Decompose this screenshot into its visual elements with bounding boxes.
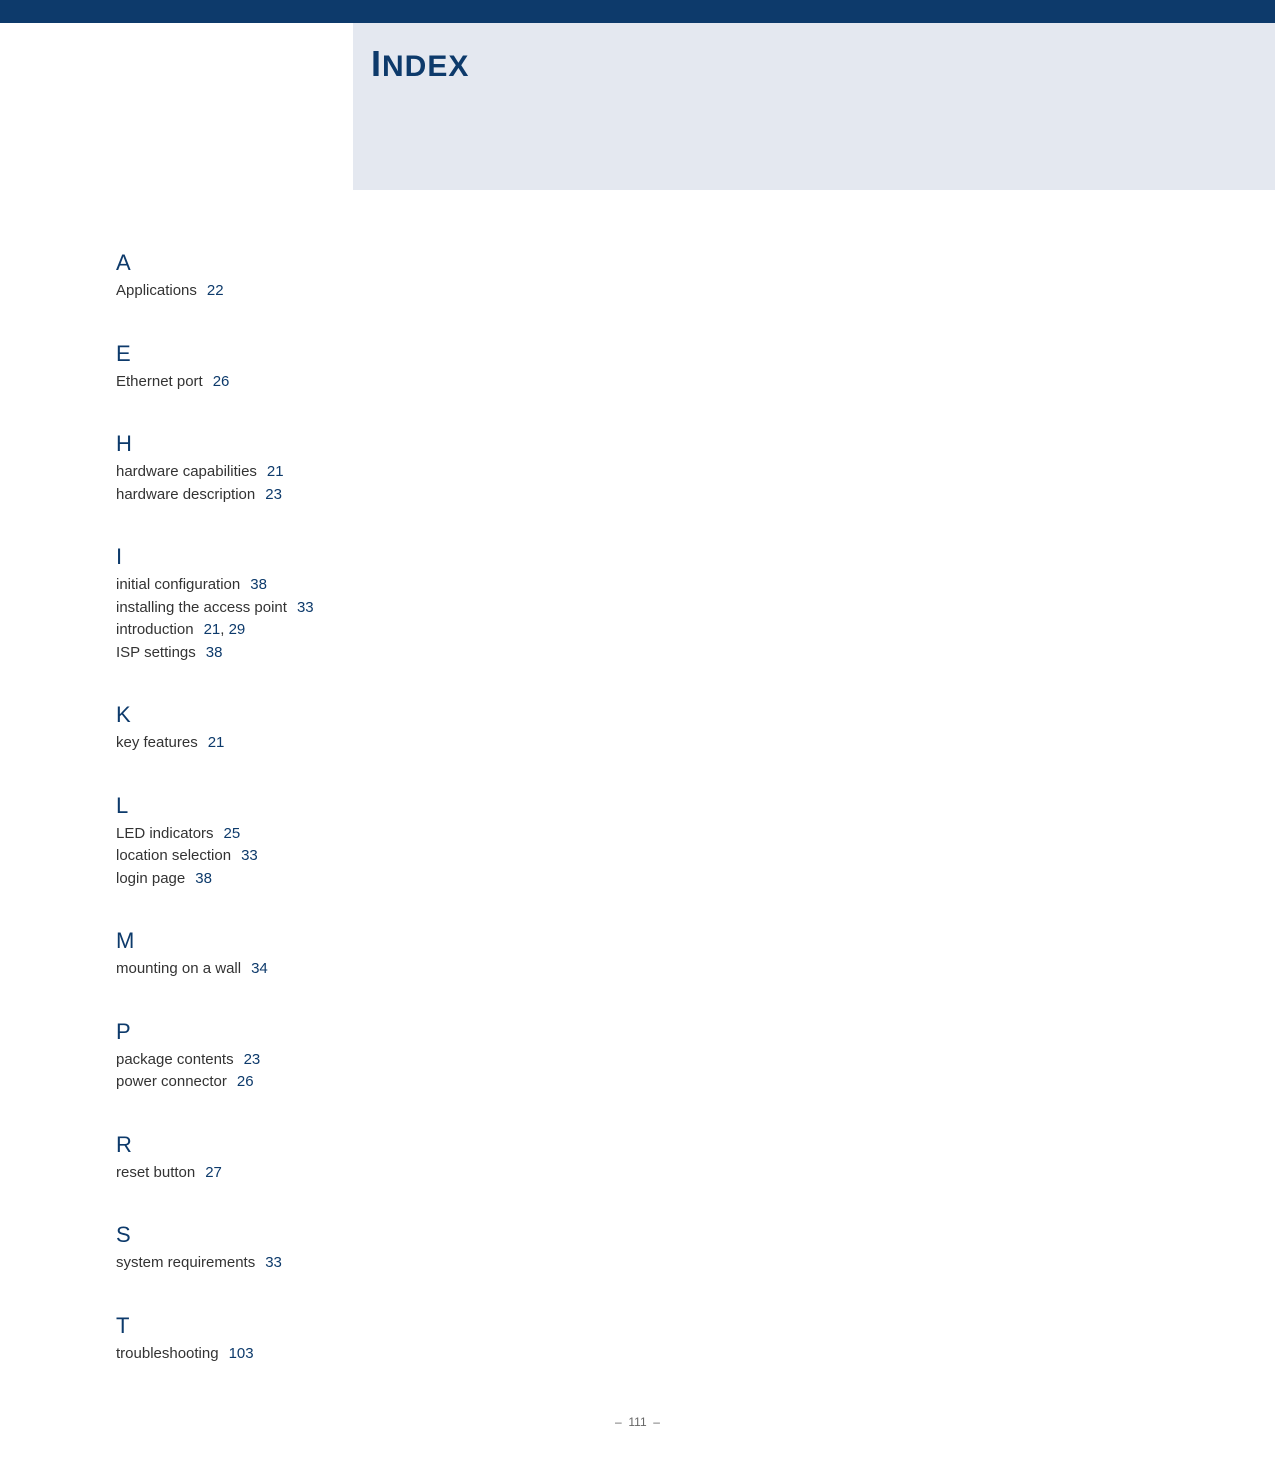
index-entry: installing the access point 33 <box>116 597 700 620</box>
section-s: S system requirements 33 <box>116 1222 700 1275</box>
title-rest: NDEX <box>382 50 469 83</box>
letter-heading: P <box>116 1019 700 1045</box>
entry-term: introduction <box>116 621 194 638</box>
section-k: K key features 21 <box>116 702 700 755</box>
entry-term: LED indicators <box>116 825 214 842</box>
entry-term: hardware description <box>116 486 255 503</box>
page-footer: – 111 – <box>0 1415 1275 1449</box>
page-link[interactable]: 22 <box>207 282 224 299</box>
entry-term: reset button <box>116 1164 195 1181</box>
page-link[interactable]: 21 <box>204 621 221 638</box>
letter-heading: E <box>116 341 700 367</box>
index-entry: Applications 22 <box>116 280 700 303</box>
footer-dash: – <box>653 1415 660 1429</box>
index-entry: login page 38 <box>116 868 700 891</box>
page-link[interactable]: 29 <box>229 621 246 638</box>
section-p: P package contents 23 power connector 26 <box>116 1019 700 1094</box>
entry-term: installing the access point <box>116 599 287 616</box>
letter-heading: H <box>116 431 700 457</box>
page-link[interactable]: 38 <box>206 644 223 661</box>
footer-dash: – <box>615 1415 622 1429</box>
index-content: A Applications 22 E Ethernet port 26 H har… <box>0 190 700 1365</box>
index-entry: system requirements 33 <box>116 1252 700 1275</box>
entry-term: hardware capabilities <box>116 463 257 480</box>
index-entry: introduction 21, 29 <box>116 619 700 642</box>
entry-term: package contents <box>116 1051 234 1068</box>
section-e: E Ethernet port 26 <box>116 341 700 394</box>
page-link[interactable]: 23 <box>244 1051 261 1068</box>
section-t: T troubleshooting 103 <box>116 1313 700 1366</box>
section-r: R reset button 27 <box>116 1132 700 1185</box>
title-first-letter: I <box>371 43 382 84</box>
page-link[interactable]: 21 <box>267 463 284 480</box>
section-m: M mounting on a wall 34 <box>116 928 700 981</box>
entry-term: Ethernet port <box>116 373 203 390</box>
entry-term: Applications <box>116 282 197 299</box>
page-link[interactable]: 33 <box>265 1254 282 1271</box>
entry-term: ISP settings <box>116 644 196 661</box>
section-i: I initial configuration 38 installing the… <box>116 544 700 664</box>
header-row: INDEX <box>0 20 1275 190</box>
entry-term: login page <box>116 870 185 887</box>
entry-term: key features <box>116 734 198 751</box>
comma: , <box>220 621 224 638</box>
index-entry: package contents 23 <box>116 1049 700 1072</box>
page-link[interactable]: 27 <box>205 1164 222 1181</box>
page-link[interactable]: 21 <box>208 734 225 751</box>
page-link[interactable]: 26 <box>237 1073 254 1090</box>
section-l: L LED indicators25 location selection33 … <box>116 793 700 891</box>
letter-heading: M <box>116 928 700 954</box>
page-link[interactable]: 33 <box>241 847 258 864</box>
header-left-blank <box>0 23 353 190</box>
page-link[interactable]: 103 <box>229 1345 254 1362</box>
page-link[interactable]: 34 <box>251 960 268 977</box>
page-link[interactable]: 25 <box>224 825 241 842</box>
letter-heading: L <box>116 793 700 819</box>
index-entry: mounting on a wall 34 <box>116 958 700 981</box>
top-bar <box>0 0 1275 20</box>
page-link[interactable]: 23 <box>265 486 282 503</box>
page-link[interactable]: 38 <box>250 576 267 593</box>
entry-term: initial configuration <box>116 576 240 593</box>
index-entry: LED indicators 25 <box>116 823 700 846</box>
letter-heading: K <box>116 702 700 728</box>
section-a: A Applications 22 <box>116 250 700 303</box>
page-link[interactable]: 38 <box>195 870 212 887</box>
letter-heading: R <box>116 1132 700 1158</box>
letter-heading: I <box>116 544 700 570</box>
entry-term: system requirements <box>116 1254 255 1271</box>
index-entry: troubleshooting 103 <box>116 1343 700 1366</box>
index-entry: hardware description 23 <box>116 484 700 507</box>
header-banner: INDEX <box>353 23 1275 190</box>
entry-term: power connector <box>116 1073 227 1090</box>
index-entry: power connector 26 <box>116 1071 700 1094</box>
index-entry: hardware capabilities 21 <box>116 461 700 484</box>
letter-heading: A <box>116 250 700 276</box>
page-link[interactable]: 26 <box>213 373 230 390</box>
entry-term: troubleshooting <box>116 1345 219 1362</box>
entry-term: mounting on a wall <box>116 960 241 977</box>
section-h: H hardware capabilities 21 hardware descr… <box>116 431 700 506</box>
footer-page-number: 111 <box>628 1415 646 1429</box>
page-link[interactable]: 33 <box>297 599 314 616</box>
index-entry: initial configuration 38 <box>116 574 700 597</box>
index-entry: ISP settings 38 <box>116 642 700 665</box>
index-entry: key features 21 <box>116 732 700 755</box>
index-entry: Ethernet port 26 <box>116 371 700 394</box>
letter-heading: S <box>116 1222 700 1248</box>
entry-term: location selection <box>116 847 231 864</box>
letter-heading: T <box>116 1313 700 1339</box>
index-entry: reset button 27 <box>116 1162 700 1185</box>
page-title: INDEX <box>371 43 1275 85</box>
index-entry: location selection 33 <box>116 845 700 868</box>
